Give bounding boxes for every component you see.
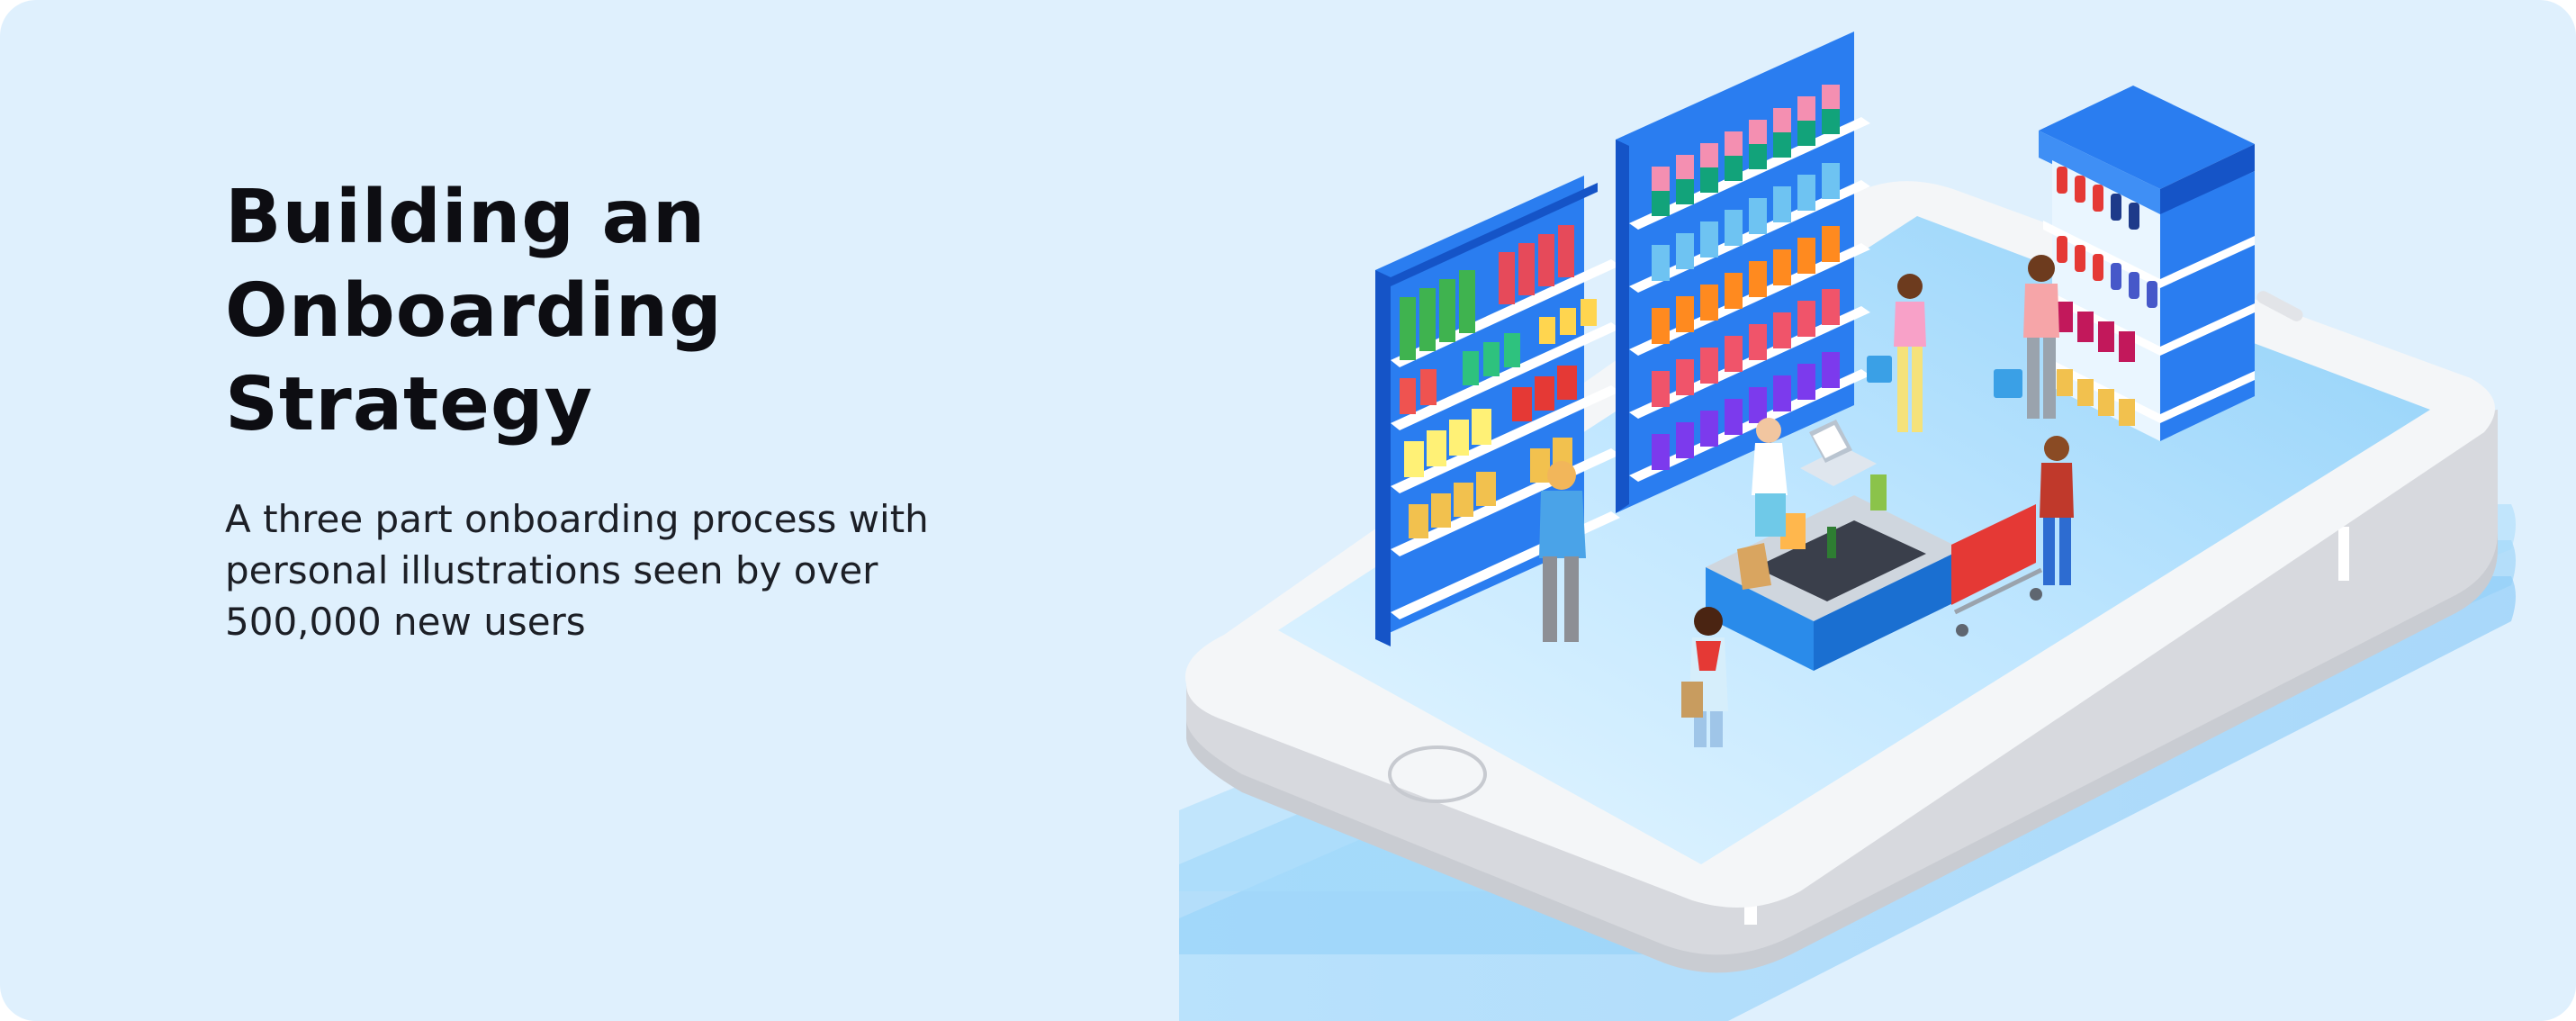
subtitle-line-1: A three part onboarding process with: [225, 497, 929, 541]
page-subtitle: A three part onboarding process with per…: [225, 493, 1035, 647]
hero-card: Building an Onboarding Strategy A three …: [0, 0, 2576, 1021]
shelf-icon: [2039, 86, 2255, 441]
supermarket-phone-illustration: [1179, 32, 2516, 1021]
title-line-2: Onboarding: [225, 268, 723, 354]
shopping-basket-icon: [1994, 369, 2022, 398]
subtitle-line-3: 500,000 new users: [225, 600, 586, 644]
subtitle-line-2: personal illustrations seen by over: [225, 548, 878, 592]
title-line-1: Building an: [225, 175, 707, 260]
shopping-basket-icon: [1867, 356, 1892, 383]
title-line-3: Strategy: [225, 362, 593, 447]
shopping-bag-icon: [1681, 682, 1703, 718]
page-title: Building an Onboarding Strategy: [225, 171, 1035, 452]
